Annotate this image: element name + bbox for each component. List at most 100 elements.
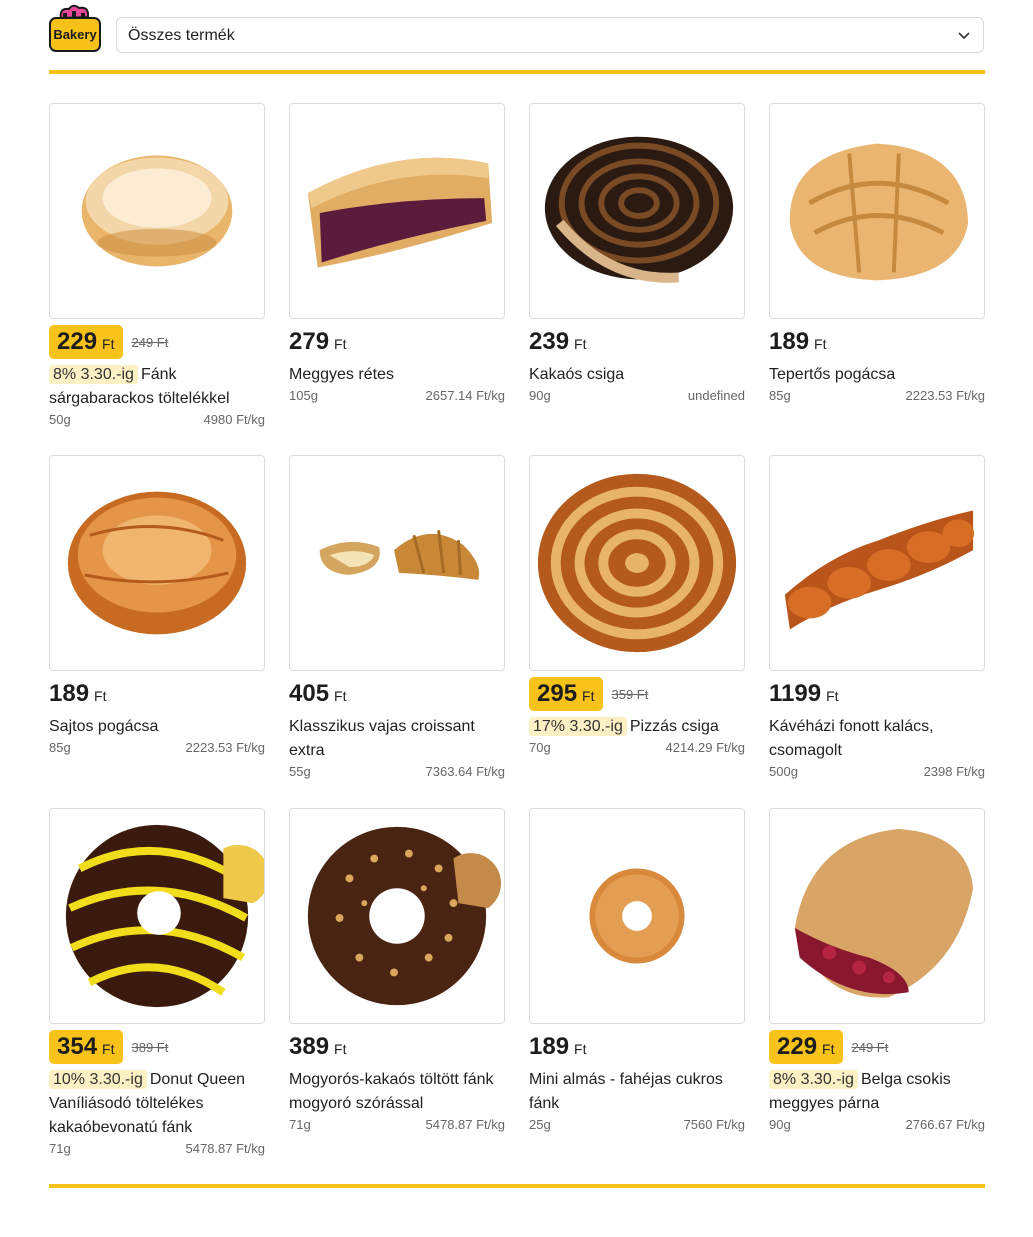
category-select-value: Összes termék	[128, 27, 235, 44]
price-tag: 229 Ft	[49, 325, 123, 359]
product-card[interactable]: 229 Ft 249 Ft 8% 3.30.-ig Belga csokis meggy…	[769, 808, 985, 1168]
old-price: 359 Ft	[611, 686, 649, 702]
discount-badge: 10% 3.30.-ig	[49, 1070, 147, 1089]
product-card[interactable]: 389 Ft Mogyorós-kakaós töltött fánk mogyor…	[289, 808, 505, 1168]
product-name[interactable]: Sajtos pogácsa	[49, 715, 265, 739]
product-name[interactable]: Kávéházi fonott kalács, csomagolt	[769, 715, 985, 763]
price-tag: 279 Ft	[289, 325, 347, 359]
price-value: 189	[769, 328, 810, 355]
product-card[interactable]: 1199 Ft Kávéházi fonott kalács, csomagolt 5…	[769, 455, 985, 808]
price-value: 405	[289, 680, 330, 707]
product-name-text: Tepertős pogácsa	[769, 366, 896, 383]
scone-image	[789, 143, 969, 281]
product-name[interactable]: 10% 3.30.-ig Donut Queen Vaníliásodó tölt…	[49, 1068, 265, 1140]
product-name[interactable]: Klasszikus vajas croissant extra	[289, 715, 505, 763]
product-weight: 90g	[769, 1117, 791, 1132]
price-line: 189 Ft	[769, 325, 985, 359]
product-image[interactable]	[769, 103, 985, 319]
price-currency: Ft	[102, 1041, 115, 1057]
category-select[interactable]: Összes termék	[116, 17, 984, 53]
product-image[interactable]	[529, 808, 745, 1024]
product-weight: 50g	[49, 412, 71, 427]
product-unit-price: 2657.14 Ft/kg	[425, 388, 506, 403]
price-currency: Ft	[334, 1041, 347, 1057]
product-unit-price: 2223.53 Ft/kg	[185, 740, 266, 755]
price-line: 1199 Ft	[769, 677, 985, 711]
product-weight: 85g	[769, 388, 791, 403]
price-tag: 295 Ft	[529, 677, 603, 711]
product-name[interactable]: Tepertős pogácsa	[769, 363, 985, 387]
cocoa-roll-image	[544, 136, 734, 283]
accent-divider-top	[49, 70, 985, 74]
product-card[interactable]: 189 Ft Mini almás - fahéjas cukros fánk 25g…	[529, 808, 745, 1168]
product-card[interactable]: 354 Ft 389 Ft 10% 3.30.-ig Donut Queen Vaníl…	[49, 808, 265, 1168]
product-meta: 85g 2223.53 Ft/kg	[769, 388, 985, 403]
product-name-text: Klasszikus vajas croissant extra	[289, 718, 475, 759]
product-image[interactable]	[289, 455, 505, 671]
product-card[interactable]: 229 Ft 249 Ft 8% 3.30.-ig Fánk sárgabarackos…	[49, 103, 265, 455]
product-card[interactable]: 189 Ft Sajtos pogácsa 85g 2223.53 Ft/kg	[49, 455, 265, 808]
product-name[interactable]: Mogyorós-kakaós töltött fánk mogyoró szó…	[289, 1068, 505, 1116]
product-image[interactable]	[529, 455, 745, 671]
product-image[interactable]	[289, 808, 505, 1024]
old-price: 249 Ft	[131, 334, 169, 350]
price-currency: Ft	[826, 688, 839, 704]
product-name[interactable]: 17% 3.30.-ig Pizzás csiga	[529, 715, 745, 739]
product-name-text: Meggyes rétes	[289, 366, 394, 383]
product-weight: 55g	[289, 764, 311, 779]
product-card[interactable]: 295 Ft 359 Ft 17% 3.30.-ig Pizzás csiga 70g 42…	[529, 455, 745, 808]
price-line: 189 Ft	[49, 677, 265, 711]
product-name[interactable]: Kakaós csiga	[529, 363, 745, 387]
price-currency: Ft	[582, 688, 595, 704]
product-name[interactable]: 8% 3.30.-ig Belga csokis meggyes párna	[769, 1068, 985, 1116]
product-name-text: Kávéházi fonott kalács, csomagolt	[769, 718, 934, 759]
product-weight: 71g	[49, 1141, 71, 1156]
price-tag: 189 Ft	[529, 1030, 587, 1064]
price-value: 354	[57, 1033, 98, 1060]
product-image[interactable]	[49, 103, 265, 319]
pizza-roll-image	[537, 473, 737, 653]
product-weight: 90g	[529, 388, 551, 403]
price-currency: Ft	[94, 688, 107, 704]
product-card[interactable]: 239 Ft Kakaós csiga 90g undefined	[529, 103, 745, 455]
price-value: 1199	[769, 680, 822, 707]
product-name-text: Mogyorós-kakaós töltött fánk mogyoró szó…	[289, 1071, 494, 1112]
price-value: 229	[57, 328, 98, 355]
price-line: 279 Ft	[289, 325, 505, 359]
bakery-logo[interactable]: Bakery	[49, 4, 101, 52]
price-line: 295 Ft 359 Ft	[529, 677, 745, 711]
price-line: 229 Ft 249 Ft	[49, 325, 265, 359]
product-unit-price: 7560 Ft/kg	[683, 1117, 745, 1132]
product-name[interactable]: Mini almás - fahéjas cukros fánk	[529, 1068, 745, 1116]
product-name[interactable]: Meggyes rétes	[289, 363, 505, 387]
product-card[interactable]: 279 Ft Meggyes rétes 105g 2657.14 Ft/kg	[289, 103, 505, 455]
price-line: 189 Ft	[529, 1030, 745, 1064]
product-meta: 90g undefined	[529, 388, 745, 403]
price-line: 405 Ft	[289, 677, 505, 711]
product-image[interactable]	[529, 103, 745, 319]
nut-donut-image	[307, 826, 502, 1006]
product-grid: 229 Ft 249 Ft 8% 3.30.-ig Fánk sárgabarackos…	[49, 103, 985, 1168]
product-weight: 25g	[529, 1117, 551, 1132]
product-meta: 50g 4980 Ft/kg	[49, 412, 265, 427]
product-unit-price: 5478.87 Ft/kg	[185, 1141, 266, 1156]
product-image[interactable]	[769, 455, 985, 671]
product-name[interactable]: 8% 3.30.-ig Fánk sárgabarackos töltelékke…	[49, 363, 265, 411]
price-tag: 189 Ft	[49, 677, 107, 711]
price-tag: 1199 Ft	[769, 677, 839, 711]
product-weight: 70g	[529, 740, 551, 755]
product-image[interactable]	[49, 455, 265, 671]
product-card[interactable]: 189 Ft Tepertős pogácsa 85g 2223.53 Ft/kg	[769, 103, 985, 455]
price-currency: Ft	[334, 336, 347, 352]
product-weight: 85g	[49, 740, 71, 755]
product-meta: 500g 2398 Ft/kg	[769, 764, 985, 779]
product-image[interactable]	[49, 808, 265, 1024]
price-line: 239 Ft	[529, 325, 745, 359]
price-currency: Ft	[814, 336, 827, 352]
discount-badge: 8% 3.30.-ig	[49, 365, 138, 384]
product-image[interactable]	[769, 808, 985, 1024]
price-value: 229	[777, 1033, 818, 1060]
discount-badge: 8% 3.30.-ig	[769, 1070, 858, 1089]
product-card[interactable]: 405 Ft Klasszikus vajas croissant extra 55g…	[289, 455, 505, 808]
product-image[interactable]	[289, 103, 505, 319]
